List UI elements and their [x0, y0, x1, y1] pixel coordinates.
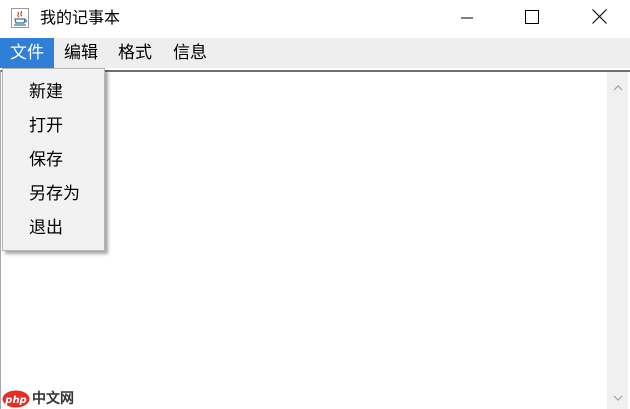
- menu-item-save-as[interactable]: 另存为: [3, 177, 104, 211]
- title-bar[interactable]: 我的记事本: [0, 0, 630, 38]
- menu-item-exit[interactable]: 退出: [3, 211, 104, 245]
- minimize-icon: [461, 9, 473, 28]
- menu-info[interactable]: 信息: [168, 38, 212, 68]
- scroll-down-button[interactable]: [607, 388, 628, 402]
- close-button[interactable]: [576, 0, 622, 36]
- watermark-text: 中文网: [32, 391, 74, 407]
- menu-bar: 文件 编辑 格式 信息: [0, 38, 630, 68]
- chevron-up-icon: [613, 76, 623, 95]
- window-title: 我的记事本: [40, 8, 121, 27]
- menu-format[interactable]: 格式: [113, 38, 157, 68]
- menu-item-save[interactable]: 保存: [3, 143, 104, 177]
- scroll-up-button[interactable]: [607, 78, 628, 92]
- php-logo: php: [2, 390, 30, 408]
- close-icon: [591, 8, 607, 28]
- menu-item-open[interactable]: 打开: [3, 109, 104, 143]
- watermark: php 中文网: [0, 389, 90, 409]
- menu-file[interactable]: 文件: [0, 38, 54, 68]
- maximize-button[interactable]: [509, 0, 555, 36]
- java-app-icon: [11, 8, 29, 28]
- notepad-window: 我的记事本 文件 编辑 格式 信息 新建 打开 保存 另存为 退出 php 中文…: [0, 0, 630, 409]
- maximize-icon: [525, 9, 539, 28]
- menu-item-new[interactable]: 新建: [3, 75, 104, 109]
- vertical-scrollbar[interactable]: [607, 72, 628, 409]
- chevron-down-icon: [613, 386, 623, 405]
- file-menu-dropdown: 新建 打开 保存 另存为 退出: [2, 68, 105, 251]
- minimize-button[interactable]: [444, 0, 490, 36]
- menu-edit[interactable]: 编辑: [59, 38, 103, 68]
- svg-text:php: php: [4, 395, 26, 406]
